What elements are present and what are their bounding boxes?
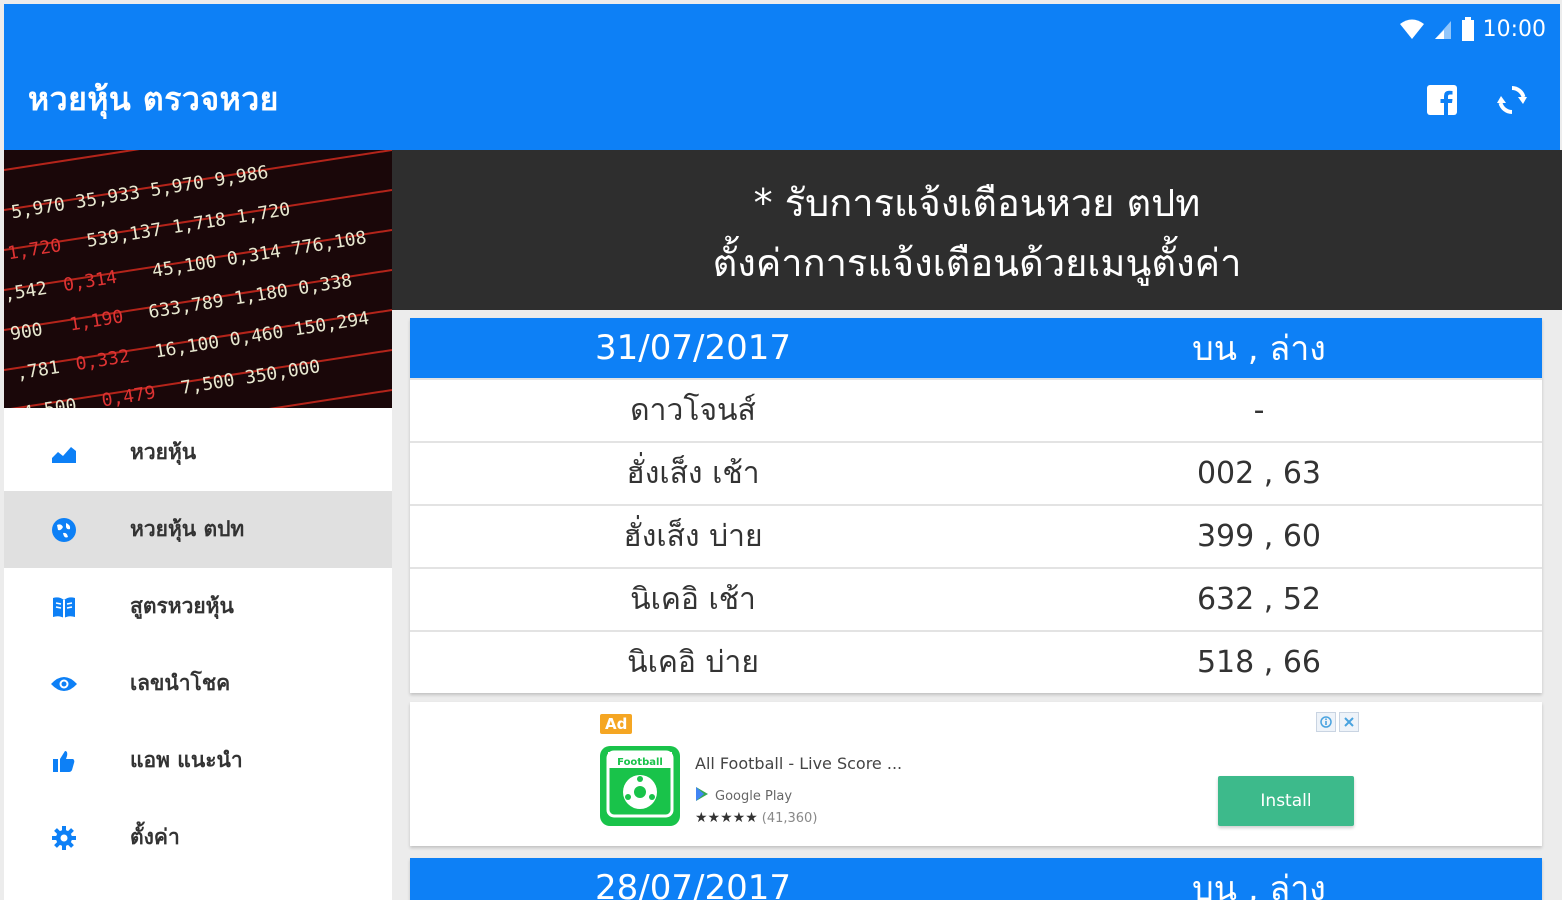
nav-item-label: หวยหุ้น ตปท bbox=[130, 517, 245, 541]
result-card-header: 31/07/2017 บน , ล่าง bbox=[410, 318, 1542, 378]
result-date: 28/07/2017 bbox=[595, 868, 791, 900]
battery-icon bbox=[1461, 17, 1475, 41]
globe-icon bbox=[44, 510, 84, 550]
nav-item-label: แอพ แนะนำ bbox=[130, 748, 243, 772]
ad-badge: Ad bbox=[600, 714, 633, 734]
book-icon bbox=[44, 587, 84, 627]
result-row: ฮั่งเส็ง บ่าย 399 , 60 bbox=[410, 504, 1542, 567]
market-value: - bbox=[1253, 393, 1265, 428]
navigation-drawer: 5,970 35,933 5,970 9,986 1,720 539,137 1,… bbox=[4, 150, 392, 900]
stock-ticker-header-image: 5,970 35,933 5,970 9,986 1,720 539,137 1,… bbox=[4, 150, 392, 408]
ad-store-label: Google Play bbox=[715, 788, 793, 804]
chart-icon bbox=[44, 433, 84, 473]
google-play-icon bbox=[695, 786, 709, 806]
nav-item-recommended-apps[interactable]: แอพ แนะนำ bbox=[4, 722, 392, 799]
market-name: นิเคอิ เช้า bbox=[630, 582, 756, 617]
thumbs-up-icon bbox=[44, 741, 84, 781]
market-value: 002 , 63 bbox=[1196, 456, 1322, 491]
market-value: 399 , 60 bbox=[1196, 519, 1322, 554]
market-name: ฮั่งเส็ง บ่าย bbox=[623, 519, 763, 554]
ad-close-icon[interactable] bbox=[1339, 712, 1359, 732]
notification-banner: * รับการแจ้งเตือนหวย ตปท ตั้งค่าการแจ้งเ… bbox=[392, 150, 1562, 310]
facebook-icon[interactable] bbox=[1424, 82, 1460, 118]
ad-rating: ★★★★★ (41,360) bbox=[695, 810, 817, 826]
app-icon-label: Football bbox=[617, 757, 663, 768]
result-date: 31/07/2017 bbox=[595, 328, 791, 368]
market-value: 632 , 52 bbox=[1196, 582, 1322, 617]
nav-item-formula[interactable]: สูตรหวยหุ้น bbox=[4, 568, 392, 645]
nav-item-label: ตั้งค่า bbox=[130, 825, 180, 849]
result-row: ฮั่งเส็ง เช้า 002 , 63 bbox=[410, 441, 1542, 504]
ad-store: Google Play bbox=[695, 786, 792, 806]
ad-banner[interactable]: Ad Football All Football - Live Score ..… bbox=[410, 702, 1542, 846]
banner-line-2: ตั้งค่าการแจ้งเตือนด้วยเมนูตั้งค่า bbox=[712, 241, 1242, 285]
ad-controls bbox=[1316, 712, 1359, 732]
results-content: * รับการแจ้งเตือนหวย ตปท ตั้งค่าการแจ้งเ… bbox=[392, 150, 1562, 900]
football-app-icon[interactable]: Football bbox=[600, 746, 680, 826]
market-name: ดาวโจนส์ bbox=[630, 393, 756, 428]
nav-item-label: เลขนำโชค bbox=[130, 671, 231, 695]
gear-icon bbox=[44, 818, 84, 858]
ad-app-title: All Football - Live Score ... bbox=[695, 754, 903, 773]
result-row: นิเคอิ บ่าย 518 , 66 bbox=[410, 630, 1542, 693]
market-value: 518 , 66 bbox=[1196, 645, 1322, 680]
result-column-header: บน , ล่าง bbox=[1192, 329, 1326, 369]
status-time: 10:00 bbox=[1482, 16, 1546, 42]
nav-item-foreign-stock-lottery[interactable]: หวยหุ้น ตปท bbox=[4, 491, 392, 568]
status-bar: 10:00 bbox=[1399, 12, 1546, 46]
refresh-icon[interactable] bbox=[1494, 82, 1530, 118]
wifi-icon bbox=[1399, 18, 1425, 40]
signal-icon bbox=[1433, 18, 1453, 40]
app-window: 10:00 หวยหุ้น ตรวจหวย 5,970 35,933 5,970… bbox=[0, 0, 1562, 900]
result-row: ดาวโจนส์ - bbox=[410, 378, 1542, 441]
market-name: นิเคอิ บ่าย bbox=[627, 645, 759, 680]
banner-line-1: * รับการแจ้งเตือนหวย ตปท bbox=[753, 181, 1201, 225]
app-title: หวยหุ้น ตรวจหวย bbox=[28, 80, 279, 118]
result-row: นิเคอิ เช้า 632 , 52 bbox=[410, 567, 1542, 630]
ad-rating-count: (41,360) bbox=[761, 811, 818, 826]
result-card: 28/07/2017 บน , ล่าง bbox=[410, 858, 1542, 900]
nav-item-label: หวยหุ้น bbox=[130, 440, 197, 464]
app-bar: 10:00 หวยหุ้น ตรวจหวย bbox=[4, 4, 1560, 150]
ad-info-icon[interactable] bbox=[1316, 712, 1336, 732]
nav-item-settings[interactable]: ตั้งค่า bbox=[4, 799, 392, 876]
nav-item-stock-lottery[interactable]: หวยหุ้น bbox=[4, 414, 392, 491]
nav-item-lucky-numbers[interactable]: เลขนำโชค bbox=[4, 645, 392, 722]
nav-item-label: สูตรหวยหุ้น bbox=[130, 594, 234, 618]
result-card-header: 28/07/2017 บน , ล่าง bbox=[410, 858, 1542, 900]
market-name: ฮั่งเส็ง เช้า bbox=[626, 456, 760, 491]
eye-icon bbox=[44, 664, 84, 704]
ad-stars: ★★★★★ bbox=[695, 810, 758, 826]
install-button[interactable]: Install bbox=[1218, 776, 1354, 826]
result-card: 31/07/2017 บน , ล่าง ดาวโจนส์ - ฮั่งเส็ง… bbox=[410, 318, 1542, 693]
nav-list: หวยหุ้น หวยหุ้น ตปท สูตรหวยหุ้น เลขนำโชค bbox=[4, 414, 392, 876]
result-column-header: บน , ล่าง bbox=[1192, 869, 1326, 900]
